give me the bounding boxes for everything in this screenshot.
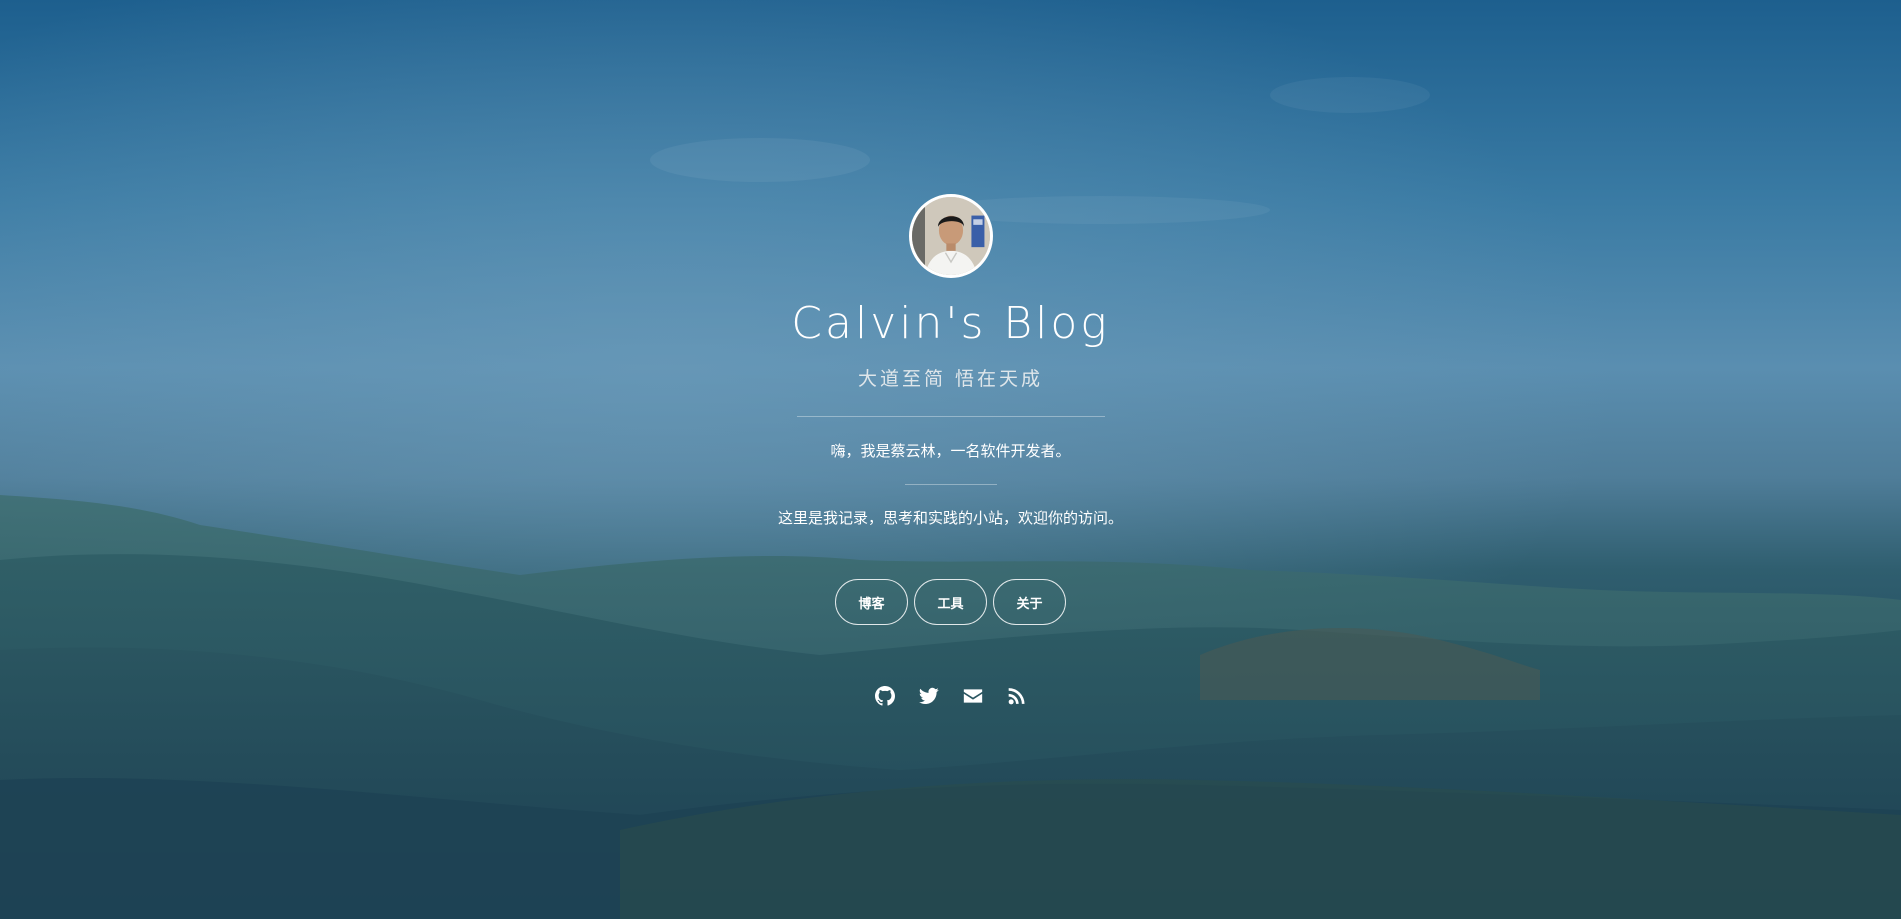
avatar bbox=[909, 194, 993, 278]
github-icon[interactable] bbox=[874, 685, 896, 707]
intro-line: 嗨，我是蔡云林，一名软件开发者。 bbox=[830, 442, 1071, 460]
site-subtitle: 大道至简 悟在天成 bbox=[857, 368, 1044, 390]
social-links bbox=[0, 685, 1901, 707]
site-title: Calvin's Blog bbox=[791, 298, 1110, 349]
avatar-image bbox=[912, 197, 990, 275]
rss-icon[interactable] bbox=[1006, 685, 1028, 707]
divider bbox=[797, 416, 1105, 417]
nav-button-blog[interactable]: 博客 bbox=[835, 579, 908, 625]
mail-icon[interactable] bbox=[962, 685, 984, 707]
nav-button-about[interactable]: 关于 bbox=[993, 579, 1066, 625]
nav-button-tools[interactable]: 工具 bbox=[914, 579, 987, 625]
main-nav: 博客 工具 关于 bbox=[0, 579, 1901, 625]
landing-page: Calvin's Blog 大道至简 悟在天成 嗨，我是蔡云林，一名软件开发者。… bbox=[0, 0, 1901, 919]
hero: Calvin's Blog 大道至简 悟在天成 嗨，我是蔡云林，一名软件开发者。… bbox=[0, 0, 1901, 919]
intro-line-2: 这里是我记录，思考和实践的小站，欢迎你的访问。 bbox=[777, 509, 1123, 527]
twitter-icon[interactable] bbox=[918, 685, 940, 707]
divider-short bbox=[905, 484, 997, 485]
